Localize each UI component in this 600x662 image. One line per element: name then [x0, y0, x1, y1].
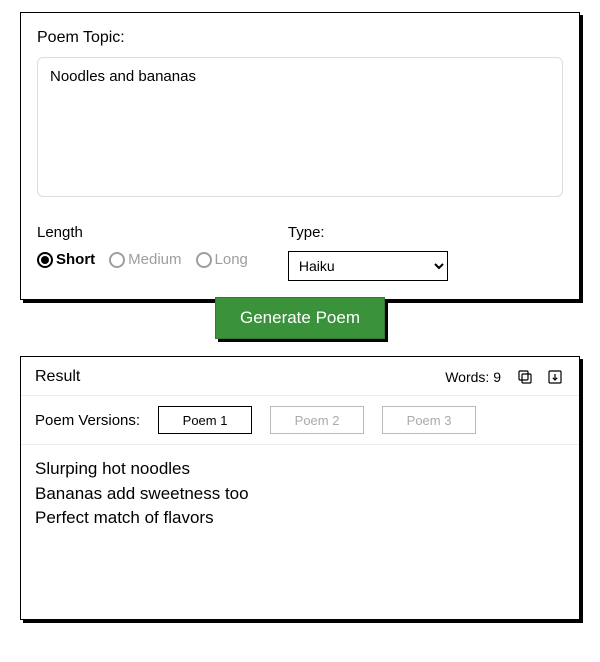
length-label: Length [37, 224, 248, 241]
poem-text: Slurping hot noodles Bananas add sweetne… [21, 445, 579, 543]
word-count-label: Words: [445, 369, 489, 385]
result-title: Result [35, 368, 435, 386]
length-radio-row: Short Medium Long [37, 251, 248, 268]
result-header: Result Words: 9 [21, 357, 579, 396]
word-count: Words: 9 [445, 369, 501, 385]
length-option-label: Long [215, 251, 248, 268]
version-tab-2[interactable]: Poem 2 [270, 406, 364, 434]
type-group: Type: Haiku [288, 224, 448, 281]
radio-icon [196, 252, 212, 268]
length-radio-short[interactable]: Short [37, 251, 95, 268]
versions-row: Poem Versions: Poem 1 Poem 2 Poem 3 [21, 396, 579, 445]
version-tab-3[interactable]: Poem 3 [382, 406, 476, 434]
versions-label: Poem Versions: [35, 412, 140, 429]
input-panel: Poem Topic: Length Short Medium Long [20, 12, 580, 300]
length-option-label: Short [56, 251, 95, 268]
length-option-label: Medium [128, 251, 181, 268]
poem-topic-input[interactable] [37, 57, 563, 197]
length-radio-long[interactable]: Long [196, 251, 248, 268]
word-count-value: 9 [493, 369, 501, 385]
length-radio-medium[interactable]: Medium [109, 251, 181, 268]
poem-topic-label: Poem Topic: [37, 29, 563, 47]
type-label: Type: [288, 224, 448, 241]
result-panel: Result Words: 9 Poem Versions: Poem 1 Po… [20, 356, 580, 620]
radio-icon [37, 252, 53, 268]
generate-poem-button[interactable]: Generate Poem [215, 297, 385, 339]
type-select[interactable]: Haiku [288, 251, 448, 281]
copy-icon[interactable] [515, 367, 535, 387]
radio-icon [109, 252, 125, 268]
version-tab-1[interactable]: Poem 1 [158, 406, 252, 434]
download-icon[interactable] [545, 367, 565, 387]
length-group: Length Short Medium Long [37, 224, 248, 281]
